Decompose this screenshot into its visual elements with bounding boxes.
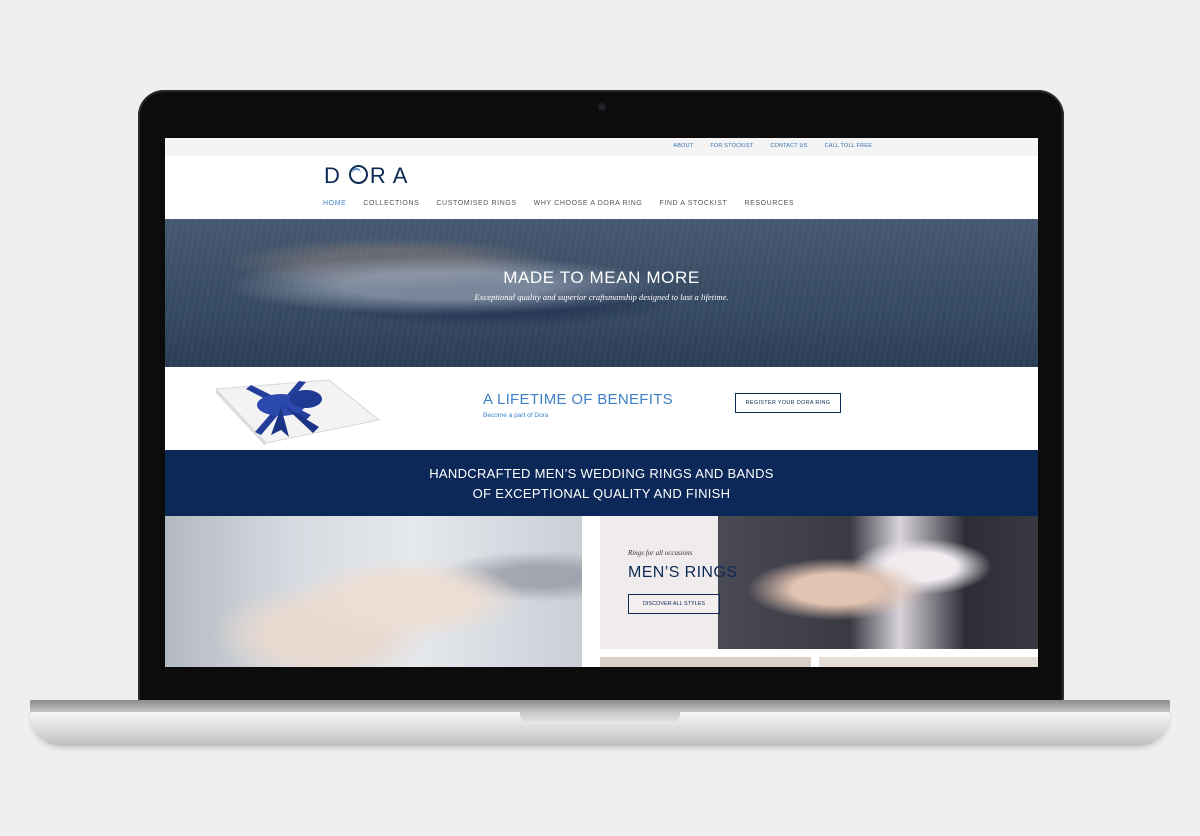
dora-logo[interactable]: D RA — [324, 163, 414, 189]
logo-ring-icon — [348, 165, 368, 184]
hero-banner: MADE TO MEAN MORE Exceptional quality an… — [165, 219, 1038, 367]
nav-resources[interactable]: RESOURCES — [744, 200, 794, 207]
about-link[interactable]: ABOUT — [673, 143, 693, 149]
next-tile-preview-left — [600, 657, 811, 667]
photo-veil — [165, 516, 582, 667]
webcam — [598, 103, 606, 111]
hero-subtitle: Exceptional quality and superior craftsm… — [474, 292, 729, 302]
mens-rings-kicker: Rings for all occasions — [628, 549, 693, 557]
tagline-line-1: HANDCRAFTED MEN’S WEDDING RINGS AND BAND… — [429, 466, 774, 481]
nav-customised-rings[interactable]: CUSTOMISED RINGS — [436, 200, 516, 207]
benefits-subtitle: Become a part of Dora — [483, 412, 549, 419]
laptop-notch — [520, 712, 680, 724]
tagline-banner: HANDCRAFTED MEN’S WEDDING RINGS AND BAND… — [165, 450, 1038, 516]
tagline-line-2: OF EXCEPTIONAL QUALITY AND FINISH — [472, 486, 731, 501]
mens-rings-tile[interactable]: Rings for all occasions MEN’S RINGS DISC… — [600, 516, 1038, 649]
next-tile-preview-right — [819, 657, 1038, 667]
utility-bar: ABOUT FOR STOCKIST CONTACT US CALL TOLL … — [165, 138, 1038, 156]
hero-title: MADE TO MEAN MORE — [503, 268, 700, 287]
nav-why-choose[interactable]: WHY CHOOSE A DORA RING — [534, 200, 643, 207]
for-stockist-link[interactable]: FOR STOCKIST — [710, 143, 753, 149]
logo-text-left: D — [324, 163, 347, 188]
nav-collections[interactable]: COLLECTIONS — [363, 200, 419, 207]
gift-box-image — [214, 379, 381, 445]
suit-photo — [718, 516, 1038, 649]
contact-us-link[interactable]: CONTACT US — [770, 143, 807, 149]
register-ring-button[interactable]: REGISTER YOUR DORA RING — [735, 393, 841, 413]
benefits-section: A LIFETIME OF BENEFITS Become a part of … — [165, 367, 1038, 450]
website-screen: ABOUT FOR STOCKIST CONTACT US CALL TOLL … — [165, 138, 1038, 667]
mens-rings-title: MEN’S RINGS — [628, 564, 738, 581]
nav-home[interactable]: HOME — [323, 200, 346, 207]
discover-all-styles-button[interactable]: DISCOVER ALL STYLES — [628, 594, 720, 614]
benefits-title: A LIFETIME OF BENEFITS — [483, 391, 673, 408]
call-toll-free-link[interactable]: CALL TOLL FREE — [825, 143, 872, 149]
hands-photo-tile[interactable] — [165, 516, 582, 667]
logo-text-right: RA — [369, 163, 415, 188]
utility-links: ABOUT FOR STOCKIST CONTACT US CALL TOLL … — [673, 143, 872, 149]
main-nav: HOME COLLECTIONS CUSTOMISED RINGS WHY CH… — [323, 200, 794, 207]
nav-find-stockist[interactable]: FIND A STOCKIST — [659, 200, 727, 207]
